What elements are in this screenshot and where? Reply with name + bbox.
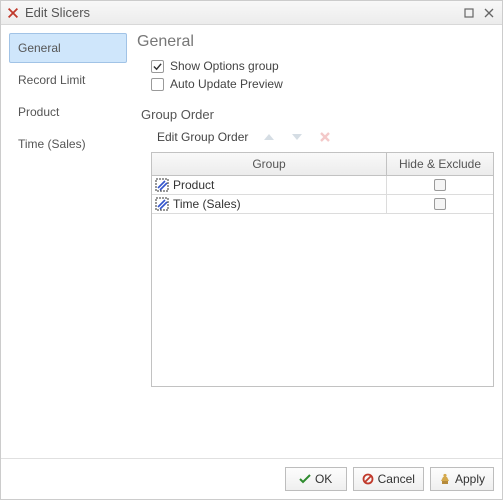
slicer-icon <box>155 178 169 192</box>
auto-update-checkbox[interactable] <box>151 78 164 91</box>
column-header-group[interactable]: Group <box>152 153 387 175</box>
sidebar-item-label: General <box>18 41 61 55</box>
cancel-label: Cancel <box>378 472 415 486</box>
sidebar-item-label: Time (Sales) <box>18 137 86 151</box>
titlebar: Edit Slicers <box>1 1 502 25</box>
app-icon <box>5 5 21 21</box>
sidebar-item-general[interactable]: General <box>9 33 127 63</box>
sidebar-item-label: Product <box>18 105 59 119</box>
apply-label: Apply <box>455 472 485 486</box>
sidebar-item-time-sales[interactable]: Time (Sales) <box>9 129 127 159</box>
table-header: Group Hide & Exclude <box>152 153 493 176</box>
dialog-footer: OK Cancel Apply <box>1 458 502 499</box>
close-button[interactable] <box>482 6 496 20</box>
edit-group-order-button[interactable]: Edit Group Order <box>155 128 250 146</box>
group-cell: Product <box>173 178 214 192</box>
auto-update-label: Auto Update Preview <box>170 77 283 91</box>
group-cell: Time (Sales) <box>173 197 241 211</box>
slicer-icon <box>155 197 169 211</box>
group-order-title: Group Order <box>141 107 494 122</box>
sidebar-item-product[interactable]: Product <box>9 97 127 127</box>
table-body: Product Time (Sales) <box>152 176 493 386</box>
ok-label: OK <box>315 472 332 486</box>
main-panel: General Show Options group Auto Update P… <box>137 33 494 454</box>
column-header-hide[interactable]: Hide & Exclude <box>387 153 493 175</box>
ok-button[interactable]: OK <box>285 467 347 491</box>
sidebar: General Record Limit Product Time (Sales… <box>9 33 137 454</box>
move-down-button[interactable] <box>288 130 306 144</box>
hide-exclude-checkbox[interactable] <box>434 198 446 210</box>
cancel-button[interactable]: Cancel <box>353 467 424 491</box>
group-order-section: Group Order Edit Group Order Group Hide … <box>137 107 494 387</box>
sidebar-item-label: Record Limit <box>18 73 85 87</box>
maximize-button[interactable] <box>462 6 476 20</box>
auto-update-row: Auto Update Preview <box>151 77 494 91</box>
window-title: Edit Slicers <box>25 5 462 20</box>
section-title: General <box>137 33 494 51</box>
table-row[interactable]: Time (Sales) <box>152 195 493 214</box>
delete-button[interactable] <box>316 130 334 144</box>
content-area: General Record Limit Product Time (Sales… <box>1 25 502 458</box>
show-options-row: Show Options group <box>151 59 494 73</box>
move-up-button[interactable] <box>260 130 278 144</box>
hide-exclude-checkbox[interactable] <box>434 179 446 191</box>
show-options-checkbox[interactable] <box>151 60 164 73</box>
sidebar-item-record-limit[interactable]: Record Limit <box>9 65 127 95</box>
table-row[interactable]: Product <box>152 176 493 195</box>
show-options-label: Show Options group <box>170 59 279 73</box>
group-order-toolbar: Edit Group Order <box>155 128 494 146</box>
apply-button[interactable]: Apply <box>430 467 494 491</box>
group-order-table: Group Hide & Exclude Product <box>151 152 494 387</box>
